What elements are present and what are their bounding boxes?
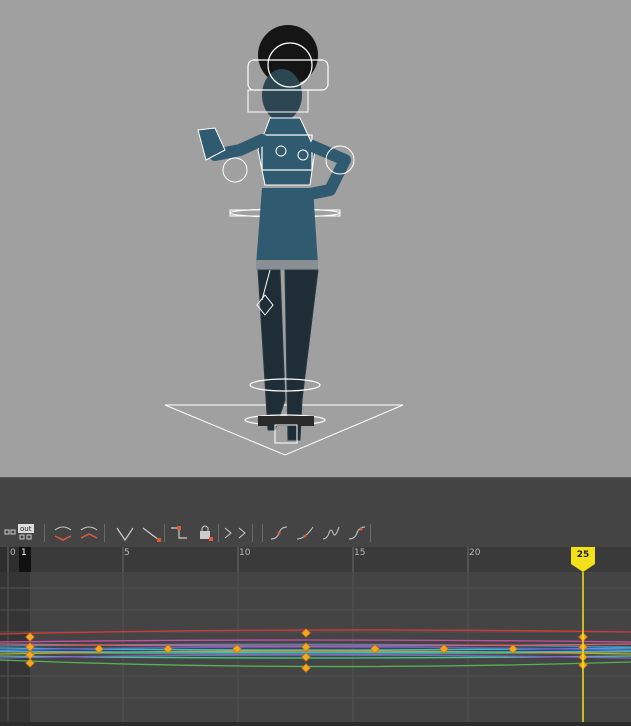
3d-viewport[interactable] (0, 0, 631, 477)
auto-tangent-icon[interactable] (268, 522, 290, 544)
left-leg (257, 269, 286, 431)
plateau-tangent-icon[interactable] (320, 522, 342, 544)
hips (256, 188, 318, 265)
graph-editor-curves[interactable] (0, 572, 631, 722)
character-rig-icon (164, 25, 404, 456)
spline-tangent-icon[interactable] (294, 522, 316, 544)
out-tangent-icon[interactable]: out (18, 522, 42, 544)
flat-tangent-icon[interactable] (52, 522, 74, 544)
clamped-tangent-icon[interactable] (140, 522, 162, 544)
out-tangent-label: out (20, 525, 32, 533)
weighted-tangent-icon[interactable] (78, 522, 100, 544)
linear-tangent-icon[interactable] (114, 522, 136, 544)
step-tangent-icon[interactable] (168, 522, 190, 544)
stepped-next-icon[interactable] (346, 522, 368, 544)
lock-tangent-icon[interactable] (194, 522, 216, 544)
head (262, 69, 302, 121)
panel-divider[interactable] (0, 477, 631, 501)
current-frame-marker[interactable]: 25 (571, 547, 595, 564)
break-tangent-icon[interactable] (222, 522, 236, 544)
unify-tangent-icon[interactable] (236, 522, 250, 544)
graph-editor-toolbar: out (0, 500, 631, 547)
ground-control (164, 404, 404, 456)
